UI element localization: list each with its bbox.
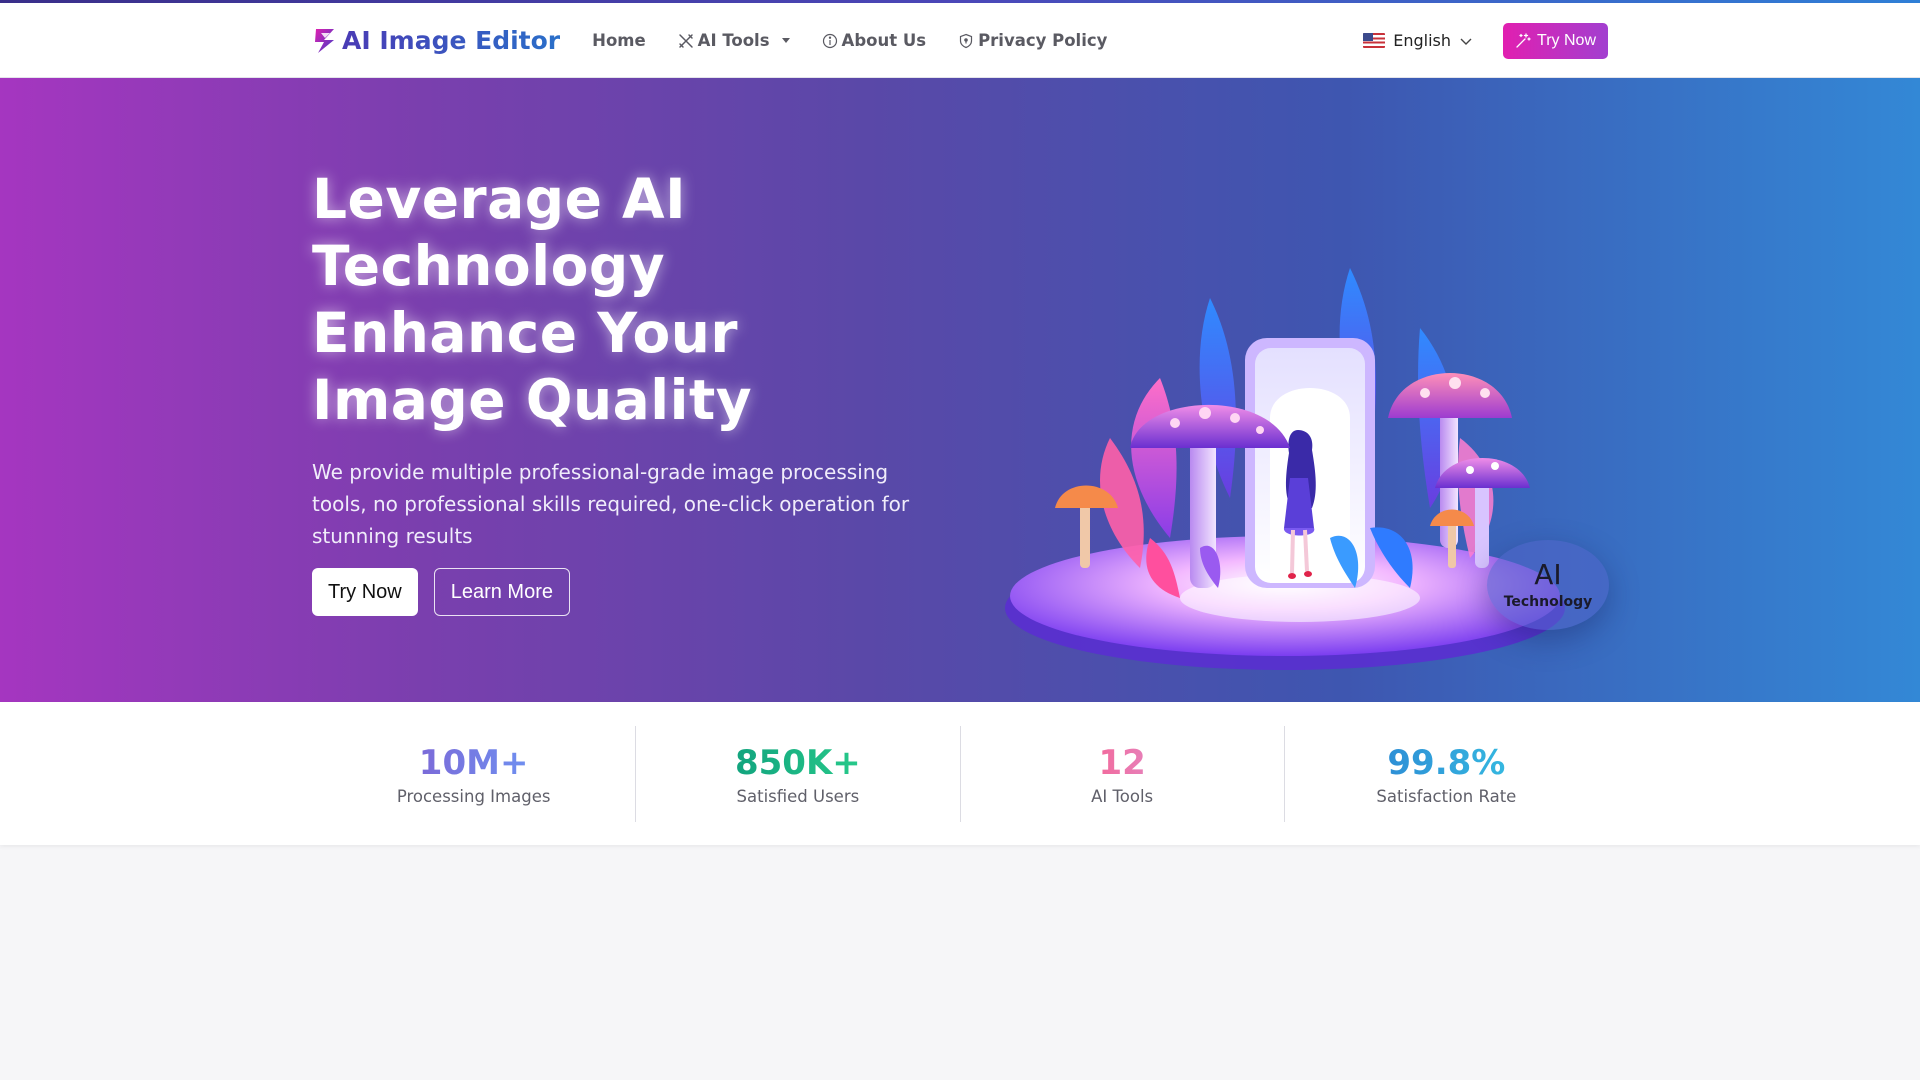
stat-value: 10M+	[418, 742, 529, 783]
stat-value: 12	[1098, 742, 1146, 783]
hero-buttons: Try Now Learn More	[312, 568, 570, 616]
hero-title: Leverage AI Technology Enhance Your Imag…	[312, 166, 952, 434]
nav-links: Home AI Tools About Us Privacy Policy	[592, 31, 1107, 50]
ai-badge-title: AI	[1534, 558, 1562, 591]
nav-ai-tools-label: AI Tools	[697, 31, 770, 50]
stat-label: Satisfied Users	[736, 786, 860, 806]
brand-logo-icon	[315, 28, 334, 53]
hero-section: Leverage AI Technology Enhance Your Imag…	[0, 78, 1920, 702]
stat-satisfied-users: 850K+ Satisfied Users	[636, 726, 961, 822]
nav-privacy-policy[interactable]: Privacy Policy	[958, 31, 1107, 50]
nav-privacy-policy-label: Privacy Policy	[978, 31, 1108, 50]
hero-title-line: Image Quality	[312, 368, 753, 432]
navbar: AI Image Editor Home AI Tools About Us P…	[0, 3, 1920, 78]
stat-value: 850K+	[734, 742, 861, 783]
ai-badge-subtitle: Technology	[1503, 594, 1593, 610]
info-icon	[822, 33, 837, 48]
magic-wand-icon	[1516, 32, 1531, 48]
learn-more-button[interactable]: Learn More	[433, 568, 570, 616]
stat-value: 99.8%	[1387, 742, 1506, 783]
ai-technology-badge: AI Technology	[1487, 540, 1609, 630]
hero-title-line: Enhance Your	[312, 301, 739, 365]
stat-ai-tools: 12 AI Tools	[961, 726, 1285, 822]
hero-title-line: Technology	[312, 234, 666, 298]
tools-icon	[678, 33, 693, 48]
nav-ai-tools[interactable]: AI Tools	[678, 31, 790, 50]
try-now-nav-label: Try Now	[1537, 31, 1596, 49]
stat-label: Satisfaction Rate	[1376, 786, 1517, 806]
brand-link[interactable]: AI Image Editor	[312, 26, 560, 55]
hero-text: Leverage AI Technology Enhance Your Imag…	[312, 166, 952, 552]
stat-label: AI Tools	[1091, 786, 1154, 806]
hero-title-line: Leverage AI	[312, 167, 687, 231]
stats-row: 10M+ Processing Images 850K+ Satisfied U…	[312, 726, 1608, 822]
try-now-button[interactable]: Try Now	[312, 568, 418, 616]
hero-subtitle: We provide multiple professional-grade i…	[312, 460, 910, 548]
brand-name: AI Image Editor	[342, 26, 561, 55]
nav-right: English Try Now	[1363, 22, 1608, 59]
language-selector[interactable]: English	[1363, 31, 1473, 50]
nav-about-us[interactable]: About Us	[822, 31, 927, 50]
stat-processing-images: 10M+ Processing Images	[312, 726, 637, 822]
language-label: English	[1393, 31, 1452, 50]
stat-label: Processing Images	[396, 786, 551, 806]
stat-satisfaction-rate: 99.8% Satisfaction Rate	[1285, 726, 1608, 822]
us-flag-icon	[1363, 33, 1386, 48]
hero-illustration	[1005, 268, 1565, 670]
chevron-down-icon	[781, 38, 790, 43]
stats-section: 10M+ Processing Images 850K+ Satisfied U…	[0, 702, 1920, 845]
nav-home[interactable]: Home	[592, 31, 646, 50]
chevron-down-icon	[1460, 38, 1472, 45]
nav-about-us-label: About Us	[841, 31, 927, 50]
nav-home-label: Home	[592, 31, 646, 50]
try-now-nav-button[interactable]: Try Now	[1503, 22, 1608, 59]
shield-icon	[959, 33, 973, 48]
navbar-inner: AI Image Editor Home AI Tools About Us P…	[312, 3, 1608, 78]
